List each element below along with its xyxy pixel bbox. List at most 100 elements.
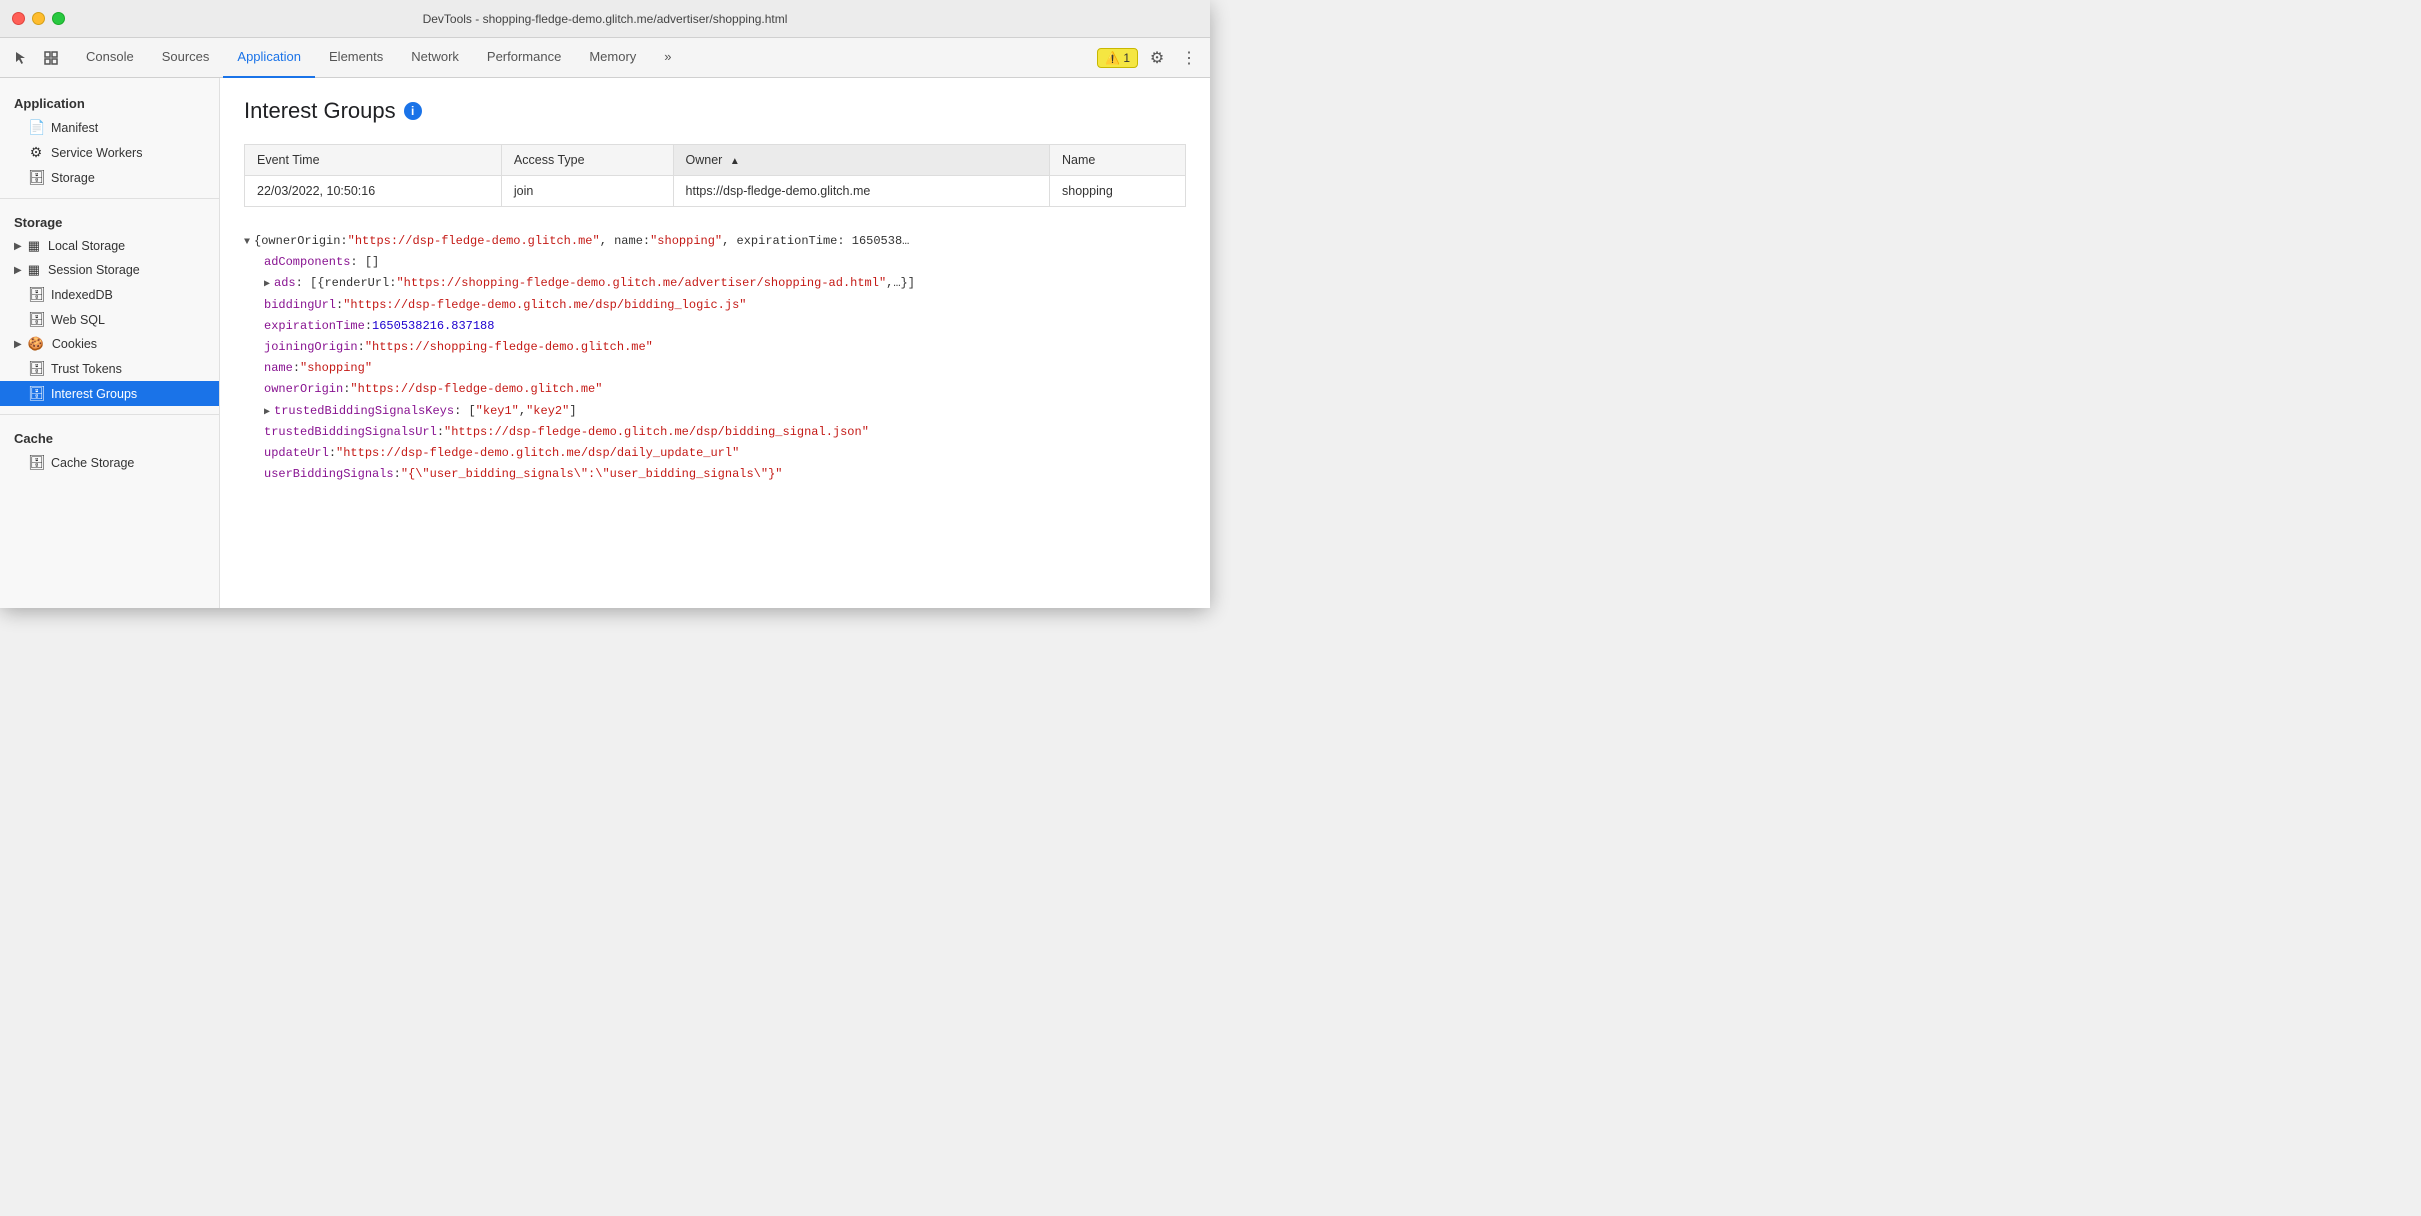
col-owner[interactable]: Owner ▲ <box>673 145 1050 176</box>
sidebar-item-service-workers[interactable]: ⚙ Service Workers <box>0 140 219 165</box>
toolbar-tools <box>8 45 64 71</box>
page-title: Interest Groups i <box>244 98 1186 124</box>
json-toggle-root[interactable]: ▼ <box>244 235 250 251</box>
json-toggle-ads[interactable]: ▶ <box>264 277 270 293</box>
sidebar-item-session-storage[interactable]: ▶ ▦ Session Storage <box>0 258 219 282</box>
table-header: Event Time Access Type Owner ▲ Name <box>245 145 1186 176</box>
storage-section-title: Storage <box>0 207 219 234</box>
tab-performance[interactable]: Performance <box>473 38 575 78</box>
service-workers-icon: ⚙ <box>28 144 44 161</box>
sort-arrow-icon: ▲ <box>730 156 740 167</box>
cell-name: shopping <box>1050 176 1186 207</box>
sidebar-item-label: Storage <box>51 171 95 185</box>
websql-icon: 🗄 <box>28 311 44 328</box>
sidebar-item-indexeddb[interactable]: 🗄 IndexedDB <box>0 282 219 307</box>
sidebar-item-cookies[interactable]: ▶ 🍪 Cookies <box>0 332 219 356</box>
sidebar-item-label: Trust Tokens <box>51 362 122 376</box>
json-name: name : "shopping" <box>244 358 1186 379</box>
local-storage-icon: ▦ <box>28 238 40 254</box>
cookies-icon: 🍪 <box>28 336 44 352</box>
json-root-line: ▼ {ownerOrigin: "https://dsp-fledge-demo… <box>244 231 1186 252</box>
json-toggle-keys[interactable]: ▶ <box>264 405 270 421</box>
main-area: Application 📄 Manifest ⚙ Service Workers… <box>0 78 1210 608</box>
col-name[interactable]: Name <box>1050 145 1186 176</box>
sidebar-item-label: Session Storage <box>48 263 140 277</box>
warning-badge[interactable]: ⚠️ 1 <box>1097 48 1138 68</box>
session-storage-icon: ▦ <box>28 262 40 278</box>
arrow-icon: ▶ <box>14 339 22 350</box>
tab-bar-right: ⚠️ 1 ⚙ ⋮ <box>1097 45 1202 71</box>
tab-elements[interactable]: Elements <box>315 38 397 78</box>
indexeddb-icon: 🗄 <box>28 286 44 303</box>
content-area: Interest Groups i Event Time Access Type… <box>220 78 1210 608</box>
json-joining-origin: joiningOrigin : "https://shopping-fledge… <box>244 337 1186 358</box>
trust-tokens-icon: 🗄 <box>28 360 44 377</box>
manifest-icon: 📄 <box>28 119 44 136</box>
sidebar-item-storage[interactable]: 🗄 Storage <box>0 165 219 190</box>
json-viewer: ▼ {ownerOrigin: "https://dsp-fledge-demo… <box>244 223 1186 493</box>
sidebar-divider-1 <box>0 198 219 199</box>
sidebar-item-local-storage[interactable]: ▶ ▦ Local Storage <box>0 234 219 258</box>
json-expiration-time: expirationTime : 1650538216.837188 <box>244 316 1186 337</box>
page-title-text: Interest Groups <box>244 98 396 124</box>
tab-sources[interactable]: Sources <box>148 38 224 78</box>
warning-count: 1 <box>1123 51 1130 65</box>
json-update-url: updateUrl : "https://dsp-fledge-demo.gli… <box>244 443 1186 464</box>
sidebar-item-label: Interest Groups <box>51 387 137 401</box>
cell-access-type: join <box>501 176 673 207</box>
json-owner-origin: ownerOrigin : "https://dsp-fledge-demo.g… <box>244 379 1186 400</box>
sidebar-item-cache-storage[interactable]: 🗄 Cache Storage <box>0 450 219 475</box>
cache-storage-icon: 🗄 <box>28 454 44 471</box>
sidebar-item-label: IndexedDB <box>51 288 113 302</box>
json-bidding-url: biddingUrl : "https://dsp-fledge-demo.gl… <box>244 295 1186 316</box>
sidebar-item-websql[interactable]: 🗄 Web SQL <box>0 307 219 332</box>
table-row[interactable]: 22/03/2022, 10:50:16 join https://dsp-fl… <box>245 176 1186 207</box>
cell-event-time: 22/03/2022, 10:50:16 <box>245 176 502 207</box>
col-access-type[interactable]: Access Type <box>501 145 673 176</box>
inspect-tool-button[interactable] <box>38 45 64 71</box>
tabs: Console Sources Application Elements Net… <box>72 38 1097 78</box>
tab-memory[interactable]: Memory <box>575 38 650 78</box>
sidebar-item-interest-groups[interactable]: 🗄 Interest Groups <box>0 381 219 406</box>
sidebar-item-label: Cache Storage <box>51 456 134 470</box>
maximize-button[interactable] <box>52 12 65 25</box>
tab-more[interactable]: » <box>650 38 685 78</box>
info-icon[interactable]: i <box>404 102 422 120</box>
sidebar-item-label: Manifest <box>51 121 98 135</box>
json-trusted-keys: ▶ trustedBiddingSignalsKeys : [ "key1" ,… <box>244 401 1186 422</box>
application-section-title: Application <box>0 88 219 115</box>
tab-network[interactable]: Network <box>397 38 473 78</box>
cache-section-title: Cache <box>0 423 219 450</box>
json-trusted-url: trustedBiddingSignalsUrl : "https://dsp-… <box>244 422 1186 443</box>
table-body: 22/03/2022, 10:50:16 join https://dsp-fl… <box>245 176 1186 207</box>
sidebar-divider-2 <box>0 414 219 415</box>
sidebar-item-label: Web SQL <box>51 313 105 327</box>
arrow-icon: ▶ <box>14 265 22 276</box>
arrow-icon: ▶ <box>14 241 22 252</box>
interest-groups-table: Event Time Access Type Owner ▲ Name 22/0… <box>244 144 1186 207</box>
sidebar-item-label: Cookies <box>52 337 97 351</box>
minimize-button[interactable] <box>32 12 45 25</box>
sidebar-item-trust-tokens[interactable]: 🗄 Trust Tokens <box>0 356 219 381</box>
json-ad-components: adComponents : [] <box>244 252 1186 273</box>
cell-owner: https://dsp-fledge-demo.glitch.me <box>673 176 1050 207</box>
tab-bar: Console Sources Application Elements Net… <box>0 38 1210 78</box>
more-options-button[interactable]: ⋮ <box>1176 45 1202 71</box>
close-button[interactable] <box>12 12 25 25</box>
sidebar: Application 📄 Manifest ⚙ Service Workers… <box>0 78 220 608</box>
col-event-time[interactable]: Event Time <box>245 145 502 176</box>
json-user-bidding-signals: userBiddingSignals : "{\"user_bidding_si… <box>244 464 1186 485</box>
cursor-tool-button[interactable] <box>8 45 34 71</box>
window-title: DevTools - shopping-fledge-demo.glitch.m… <box>423 12 788 26</box>
storage-icon: 🗄 <box>28 169 44 186</box>
sidebar-item-manifest[interactable]: 📄 Manifest <box>0 115 219 140</box>
settings-button[interactable]: ⚙ <box>1144 45 1170 71</box>
warning-icon: ⚠️ <box>1105 51 1120 65</box>
tab-console[interactable]: Console <box>72 38 148 78</box>
interest-groups-icon: 🗄 <box>28 385 44 402</box>
sidebar-item-label: Service Workers <box>51 146 142 160</box>
traffic-lights <box>12 12 65 25</box>
sidebar-item-label: Local Storage <box>48 239 125 253</box>
title-bar: DevTools - shopping-fledge-demo.glitch.m… <box>0 0 1210 38</box>
tab-application[interactable]: Application <box>223 38 315 78</box>
